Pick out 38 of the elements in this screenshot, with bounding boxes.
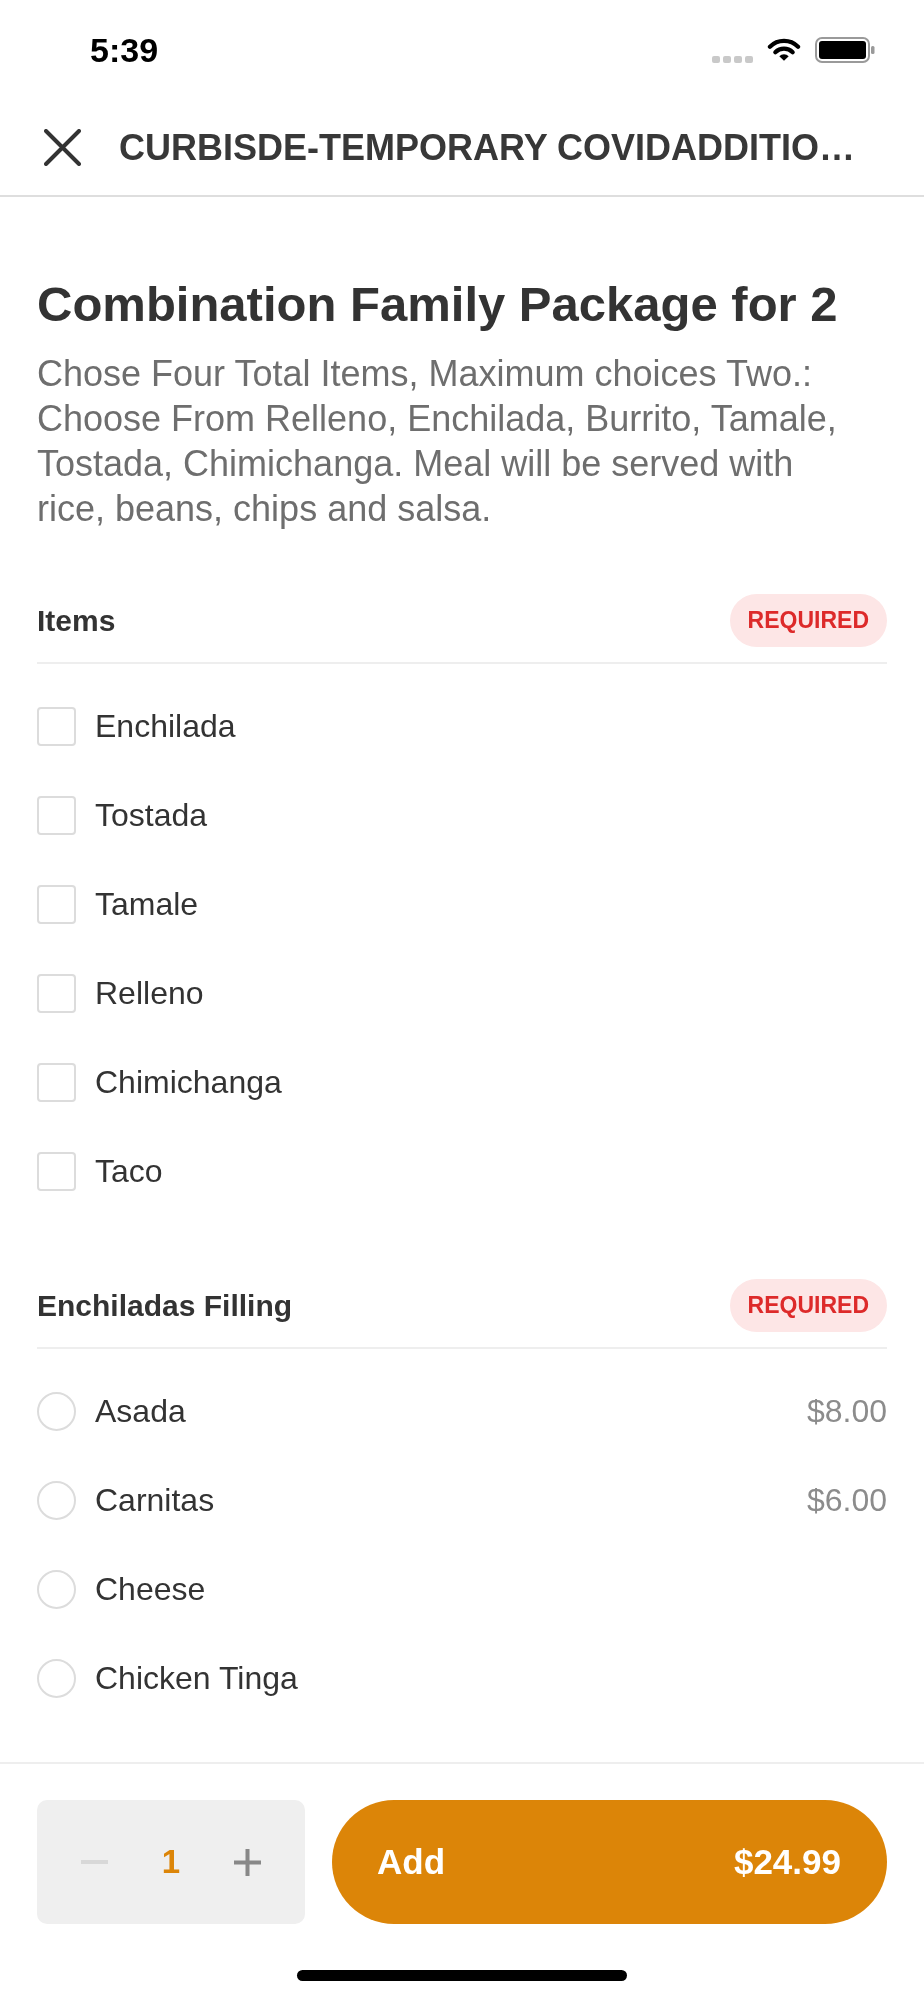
section-title: Enchiladas Filling xyxy=(37,1288,293,1323)
option-label: Relleno xyxy=(95,975,204,1012)
quantity-value: 1 xyxy=(161,1843,181,1881)
required-badge: REQUIRED xyxy=(729,1279,887,1332)
option-label: Taco xyxy=(95,1153,163,1190)
status-time: 5:39 xyxy=(90,30,159,70)
signal-icon xyxy=(712,55,753,63)
checkbox[interactable] xyxy=(37,974,76,1013)
required-badge: REQUIRED xyxy=(729,594,887,647)
page-title: CURBISDE-TEMPORARY COVIDADDITIO… xyxy=(119,126,856,169)
option-label: Cheese xyxy=(95,1571,206,1608)
close-button[interactable] xyxy=(44,129,81,166)
battery-icon xyxy=(815,37,875,63)
add-to-cart-button[interactable]: Add $24.99 xyxy=(332,1800,887,1924)
option-label: Asada xyxy=(95,1393,186,1430)
option-label: Tamale xyxy=(95,886,199,923)
item-description: Chose Four Total Items, Maximum choices Two.: Choose From Relleno, Enchilada, Burrito, Tamale, Tostada, Chimichanga. Meal will be served with rice, beans, chips and salsa. xyxy=(37,352,838,531)
radio-button[interactable] xyxy=(37,1392,76,1431)
option-label: Chicken Tinga xyxy=(95,1660,298,1697)
radio-button[interactable] xyxy=(37,1659,76,1698)
radio-button[interactable] xyxy=(37,1570,76,1609)
radio-button[interactable] xyxy=(37,1481,76,1520)
checkbox[interactable] xyxy=(37,1152,76,1191)
checkbox[interactable] xyxy=(37,1063,76,1102)
option-price: $6.00 xyxy=(806,1482,887,1519)
option-label: Tostada xyxy=(95,797,208,834)
checkbox[interactable] xyxy=(37,707,76,746)
option-label: Enchilada xyxy=(95,708,236,745)
option-price: $8.00 xyxy=(806,1393,887,1430)
section-title: Items xyxy=(37,603,116,638)
item-title: Combination Family Package for 2 xyxy=(37,276,839,332)
checkbox[interactable] xyxy=(37,885,76,924)
wifi-icon xyxy=(767,37,801,63)
option-label: Chimichanga xyxy=(95,1064,282,1101)
plus-icon xyxy=(234,1848,262,1876)
close-icon xyxy=(44,129,81,166)
checkbox[interactable] xyxy=(37,796,76,835)
option-label: Carnitas xyxy=(95,1482,215,1519)
